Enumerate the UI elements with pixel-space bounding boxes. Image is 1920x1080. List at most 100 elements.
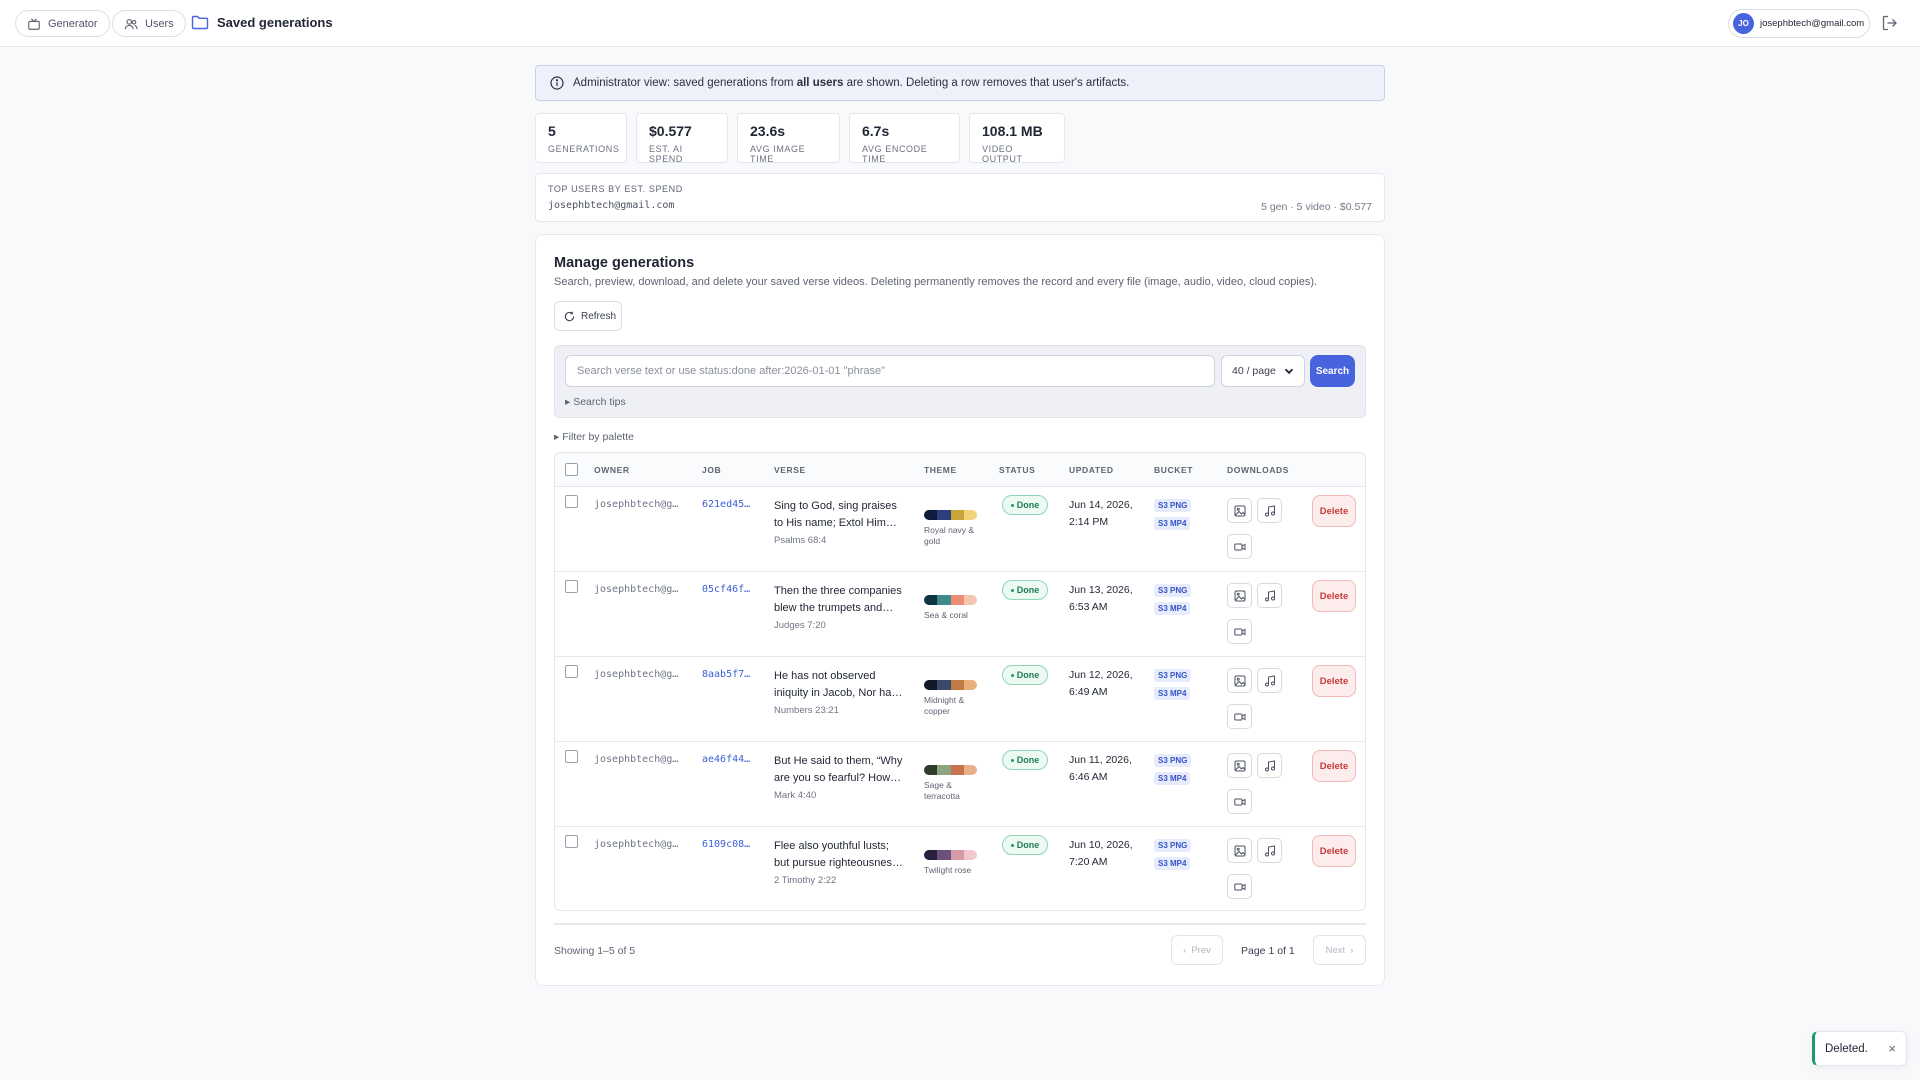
row-checkbox[interactable]: [565, 580, 578, 593]
bucket-png-badge: S3 PNG: [1154, 669, 1192, 682]
bucket-mp4-badge: S3 MP4: [1154, 602, 1191, 615]
header-downloads: DOWNLOADS: [1227, 465, 1290, 475]
info-icon: [550, 76, 564, 90]
theme-palette-swatch: [924, 595, 977, 605]
row-checkbox[interactable]: [565, 665, 578, 678]
row-checkbox[interactable]: [565, 495, 578, 508]
download-image-button[interactable]: [1227, 583, 1252, 608]
image-icon: [1234, 590, 1246, 602]
delete-button[interactable]: Delete: [1312, 835, 1356, 867]
download-audio-button[interactable]: [1257, 583, 1282, 608]
download-audio-button[interactable]: [1257, 668, 1282, 693]
search-tips-toggle[interactable]: ▸ Search tips: [565, 396, 626, 408]
row-checkbox[interactable]: [565, 835, 578, 848]
row-theme-name: Twilight rose: [924, 865, 972, 875]
row-job-link[interactable]: 05cf46f7…: [702, 584, 756, 595]
generator-nav-button[interactable]: Generator: [15, 10, 110, 37]
search-tips-label: Search tips: [573, 396, 626, 408]
download-video-button[interactable]: [1227, 704, 1252, 729]
showing-count: Showing 1–5 of 5: [554, 945, 636, 957]
download-video-button[interactable]: [1227, 874, 1252, 899]
select-all-checkbox[interactable]: [565, 463, 578, 476]
stat-value: 108.1 MB: [982, 123, 1043, 139]
user-menu[interactable]: JO josephbtech@gmail.com: [1728, 9, 1870, 38]
music-note-icon: [1264, 589, 1276, 602]
search-button[interactable]: Search: [1310, 355, 1355, 387]
users-icon: [124, 17, 138, 31]
next-label: Next: [1325, 944, 1346, 956]
page-size-select[interactable]: 40 / page: [1221, 355, 1305, 387]
top-user-summary: 5 gen · 5 video · $0.577: [1261, 201, 1372, 213]
download-video-button[interactable]: [1227, 619, 1252, 644]
row-updated: Jun 13, 2026, 6:53 AM: [1069, 584, 1133, 613]
horizontal-scrollbar[interactable]: [554, 923, 1366, 925]
bucket-mp4-badge: S3 MP4: [1154, 772, 1191, 785]
download-video-button[interactable]: [1227, 534, 1252, 559]
header-verse: VERSE: [774, 465, 806, 475]
bucket-png-badge: S3 PNG: [1154, 499, 1192, 512]
download-audio-button[interactable]: [1257, 838, 1282, 863]
video-camera-icon: [1233, 541, 1246, 553]
download-audio-button[interactable]: [1257, 753, 1282, 778]
delete-button[interactable]: Delete: [1312, 750, 1356, 782]
search-input[interactable]: [565, 355, 1215, 387]
row-job-link[interactable]: ae46f44e…: [702, 754, 756, 765]
row-verse: He has not observed iniquity in Jacob, N…: [774, 670, 903, 699]
row-verse-ref: Numbers 23:21: [774, 705, 839, 716]
admin-banner: Administrator view: saved generations fr…: [535, 65, 1385, 101]
close-icon[interactable]: ×: [1888, 1041, 1896, 1056]
toast-message: Deleted.: [1825, 1042, 1868, 1055]
row-updated: Jun 10, 2026, 7:20 AM: [1069, 839, 1133, 868]
stat-value: 5: [548, 123, 556, 139]
download-image-button[interactable]: [1227, 753, 1252, 778]
next-page-button[interactable]: Next ›: [1313, 935, 1366, 965]
header-bucket: BUCKET: [1154, 465, 1194, 475]
row-job-link[interactable]: 621ed458…: [702, 499, 756, 510]
music-note-icon: [1264, 674, 1276, 687]
row-theme-name: Royal navy & gold: [924, 525, 975, 546]
download-audio-button[interactable]: [1257, 498, 1282, 523]
stat-avg-encode-time: 6.7s AVG ENCODE TIME: [849, 113, 960, 164]
image-icon: [1234, 505, 1246, 517]
download-image-button[interactable]: [1227, 838, 1252, 863]
row-verse: But He said to them, “Why are you so fea…: [774, 755, 903, 784]
stat-ai-spend: $0.577 EST. AI SPEND: [636, 113, 728, 164]
row-owner: josephbtech@gmail.com: [594, 584, 680, 595]
table-row: josephbtech@gmail.com 05cf46f7… Then the…: [555, 572, 1365, 657]
logout-icon[interactable]: [1881, 14, 1899, 32]
delete-button[interactable]: Delete: [1312, 665, 1356, 697]
users-nav-button[interactable]: Users: [112, 10, 186, 37]
download-image-button[interactable]: [1227, 668, 1252, 693]
filter-palette-label: Filter by palette: [562, 431, 634, 443]
chevron-left-icon: ‹: [1183, 944, 1187, 956]
refresh-button[interactable]: Refresh: [554, 301, 622, 331]
stat-video-output: 108.1 MB VIDEO OUTPUT: [969, 113, 1065, 164]
row-checkbox[interactable]: [565, 750, 578, 763]
chevron-down-icon: [1284, 366, 1294, 376]
music-note-icon: [1264, 504, 1276, 517]
download-image-button[interactable]: [1227, 498, 1252, 523]
users-nav-label: Users: [145, 17, 174, 30]
bucket-mp4-badge: S3 MP4: [1154, 517, 1191, 530]
filter-palette-toggle[interactable]: ▸ Filter by palette: [554, 431, 634, 443]
delete-button[interactable]: Delete: [1312, 495, 1356, 527]
delete-button[interactable]: Delete: [1312, 580, 1356, 612]
stat-value: 23.6s: [750, 123, 786, 139]
download-video-button[interactable]: [1227, 789, 1252, 814]
theme-palette-swatch: [924, 680, 977, 690]
image-icon: [1234, 675, 1246, 687]
table-row: josephbtech@gmail.com 6109c085… Flee als…: [555, 827, 1365, 910]
row-job-link[interactable]: 8aab5f7f…: [702, 669, 756, 680]
video-camera-icon: [1233, 626, 1246, 638]
avatar: JO: [1733, 13, 1754, 34]
toast-notification: Deleted. ×: [1812, 1031, 1907, 1066]
page-title: Saved generations: [217, 14, 333, 30]
row-job-link[interactable]: 6109c085…: [702, 839, 756, 850]
stat-label: EST. AI SPEND: [649, 144, 684, 164]
refresh-label: Refresh: [581, 310, 617, 322]
status-badge: Done: [1002, 580, 1048, 600]
prev-page-button[interactable]: ‹ Prev: [1171, 935, 1223, 965]
table-row: josephbtech@gmail.com 8aab5f7f… He has n…: [555, 657, 1365, 742]
row-verse: Then the three companies blew the trumpe…: [774, 585, 902, 614]
page-size-value: 40 / page: [1232, 365, 1276, 377]
